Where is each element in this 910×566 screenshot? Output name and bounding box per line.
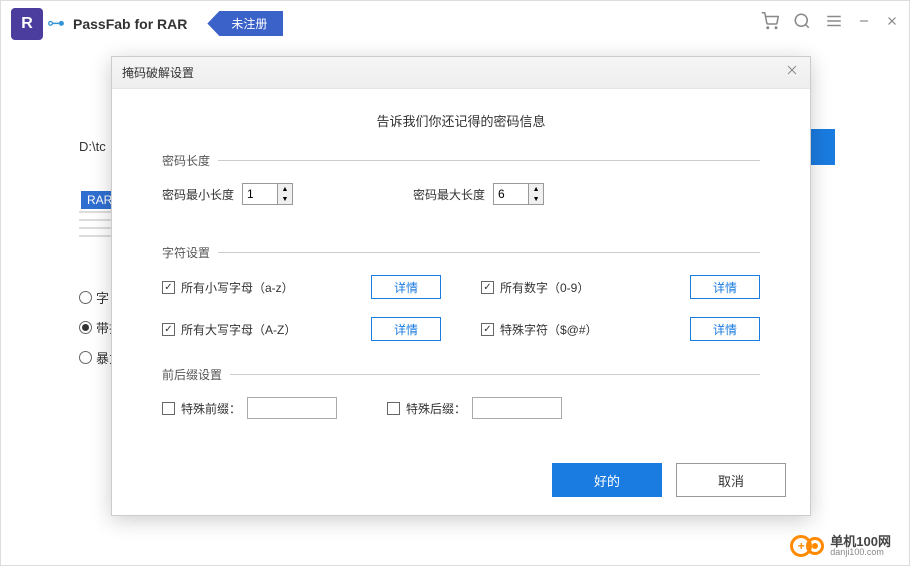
prefix-checkbox[interactable]: [162, 402, 175, 415]
uppercase-label: 所有大写字母（A-Z）: [181, 321, 371, 338]
unregistered-badge: 未注册: [207, 11, 283, 36]
watermark-logo-icon: +: [790, 535, 824, 557]
digits-detail-button[interactable]: 详情: [690, 275, 760, 299]
max-length-down[interactable]: ▼: [529, 194, 543, 204]
max-length-input[interactable]: [493, 183, 529, 205]
charset-legend: 字符设置: [162, 244, 218, 261]
minimize-icon[interactable]: [857, 14, 871, 33]
dialog-close-button[interactable]: [784, 62, 800, 83]
dialog-subtitle: 告诉我们你还记得的密码信息: [112, 111, 810, 130]
watermark-en: danji100.com: [830, 548, 891, 557]
lowercase-label: 所有小写字母（a-z）: [181, 279, 371, 296]
min-length-down[interactable]: ▼: [278, 194, 292, 204]
suffix-checkbox[interactable]: [387, 402, 400, 415]
length-legend: 密码长度: [162, 152, 218, 169]
lowercase-detail-button[interactable]: 详情: [371, 275, 441, 299]
suffix-input[interactable]: [472, 397, 562, 419]
ok-button[interactable]: 好的: [552, 463, 662, 497]
lowercase-checkbox[interactable]: ✓: [162, 281, 175, 294]
radio-dictionary[interactable]: 字: [79, 288, 109, 307]
special-detail-button[interactable]: 详情: [690, 317, 760, 341]
digits-label: 所有数字（0-9）: [500, 279, 690, 296]
max-length-up[interactable]: ▲: [529, 184, 543, 194]
cart-icon[interactable]: [761, 12, 779, 35]
prefix-label: 特殊前缀：: [181, 400, 241, 417]
min-length-up[interactable]: ▲: [278, 184, 292, 194]
app-title: PassFab for RAR: [73, 16, 187, 32]
key-icon: ⊶: [47, 13, 65, 34]
max-length-label: 密码最大长度: [413, 186, 485, 203]
dialog-header: 掩码破解设置: [112, 57, 810, 89]
mask-settings-dialog: 掩码破解设置 告诉我们你还记得的密码信息 密码长度 密码最小长度 ▲▼ 密码最大…: [111, 56, 811, 516]
min-length-input[interactable]: [242, 183, 278, 205]
close-icon[interactable]: [885, 14, 899, 33]
file-path-fragment: D:\tc: [79, 139, 106, 154]
search-icon[interactable]: [793, 12, 811, 35]
uppercase-checkbox[interactable]: ✓: [162, 323, 175, 336]
suffix-label: 特殊后缀：: [406, 400, 466, 417]
min-length-label: 密码最小长度: [162, 186, 234, 203]
charset-fieldset: 字符设置 ✓ 所有小写字母（a-z） 详情 ✓ 所有数字（0-9） 详情 ✓ 所…: [162, 244, 760, 341]
dialog-title: 掩码破解设置: [122, 64, 194, 81]
affix-legend: 前后缀设置: [162, 366, 230, 383]
special-checkbox[interactable]: ✓: [481, 323, 494, 336]
watermark: + 单机100网 danji100.com: [790, 535, 891, 557]
prefix-input[interactable]: [247, 397, 337, 419]
length-fieldset: 密码长度 密码最小长度 ▲▼ 密码最大长度 ▲▼: [162, 152, 760, 219]
cancel-button[interactable]: 取消: [676, 463, 786, 497]
titlebar: R ⊶ PassFab for RAR 未注册: [1, 1, 909, 46]
affix-fieldset: 前后缀设置 特殊前缀： 特殊后缀：: [162, 366, 760, 419]
special-label: 特殊字符（$@#）: [500, 321, 690, 338]
menu-icon[interactable]: [825, 12, 843, 35]
digits-checkbox[interactable]: ✓: [481, 281, 494, 294]
uppercase-detail-button[interactable]: 详情: [371, 317, 441, 341]
app-logo: R: [11, 8, 43, 40]
